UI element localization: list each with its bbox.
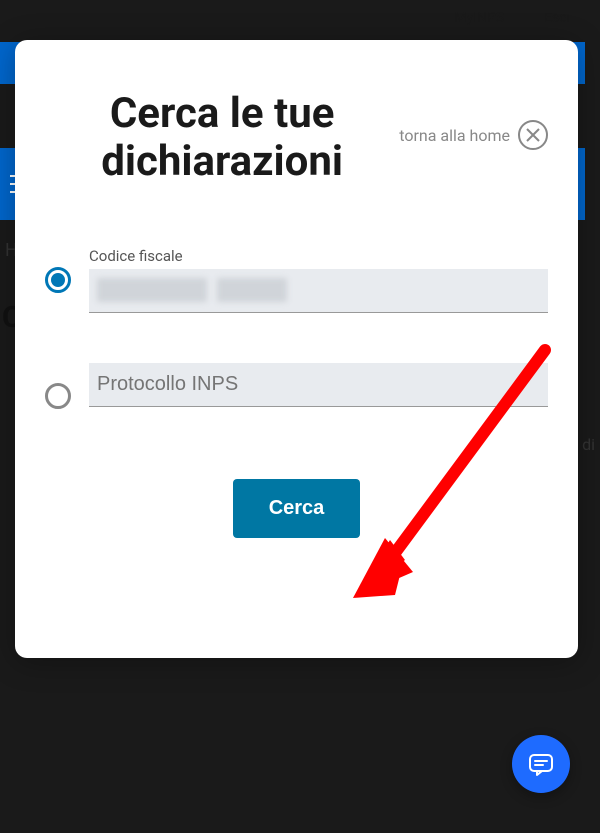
top-nav: MyINPS Esci [454,0,570,36]
modal-title: Cerca le tue dichiarazioni [45,90,399,187]
option-protocollo [45,363,548,409]
input-protocollo[interactable] [89,363,548,407]
field-codice-fiscale: Codice fiscale [89,247,548,313]
field-protocollo [89,363,548,407]
input-codice-fiscale[interactable] [89,269,548,313]
radio-protocollo[interactable] [45,383,71,409]
radio-codice-fiscale[interactable] [45,267,71,293]
close-icon [526,128,540,142]
label-codice-fiscale: Codice fiscale [89,247,548,265]
search-button[interactable]: Cerca [233,479,361,538]
chat-icon [527,750,555,778]
search-modal: Cerca le tue dichiarazioni torna alla ho… [15,40,578,658]
close-area: torna alla home [399,120,548,150]
home-link[interactable]: torna alla home [399,126,510,145]
close-button[interactable] [518,120,548,150]
esci-link[interactable]: Esci [544,10,570,26]
myinps-link[interactable]: MyINPS [454,10,504,26]
modal-header: Cerca le tue dichiarazioni torna alla ho… [45,90,548,187]
chat-button[interactable] [512,735,570,793]
option-codice-fiscale: Codice fiscale [45,247,548,313]
background-text-di: di [582,435,595,454]
